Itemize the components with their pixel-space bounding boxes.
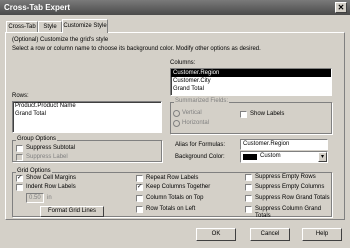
columns-label: Columns: <box>170 60 196 66</box>
format-grid-lines-button[interactable]: Format Grid Lines <box>40 206 104 217</box>
rows-listbox[interactable]: Product.Product Name Grand Total <box>12 101 162 133</box>
check-icon: ✓ <box>17 175 23 181</box>
help-button[interactable]: Help <box>302 228 342 241</box>
indent-row-labels-checkbox[interactable] <box>16 184 23 191</box>
alias-input[interactable]: Customer.Region <box>240 139 328 150</box>
suppress-empty-rows-label: Suppress Empty Rows <box>255 174 316 180</box>
show-cell-margins-label: Show Cell Margins <box>26 175 77 181</box>
background-color-value: Custom <box>260 153 281 159</box>
indent-value-input[interactable]: 0.50 <box>26 193 44 203</box>
check-icon: ✓ <box>137 184 143 190</box>
suppress-row-grand-totals-label: Suppress Row Grand Totals <box>255 195 330 201</box>
rows-label: Rows: <box>12 93 29 99</box>
horizontal-radio-label: Horizontal <box>182 120 210 126</box>
rows-item-product-name[interactable]: Product.Product Name <box>13 102 161 110</box>
intro-line-1: (Optional) Customize the grid's style <box>12 37 109 43</box>
repeat-row-labels-checkbox[interactable] <box>136 175 143 182</box>
background-color-select[interactable]: Custom ▾ <box>240 151 328 163</box>
columns-item-customer-city[interactable]: Customer.City <box>171 77 331 85</box>
chevron-down-icon[interactable]: ▾ <box>318 152 327 162</box>
column-totals-on-top-checkbox[interactable] <box>136 195 143 202</box>
show-labels-label: Show Labels <box>250 111 285 117</box>
close-button[interactable]: ✕ <box>335 2 347 13</box>
vertical-radio[interactable] <box>173 110 180 117</box>
cancel-button[interactable]: Cancel <box>250 228 290 241</box>
vertical-radio-label: Vertical <box>182 110 202 116</box>
background-color-label: Background Color: <box>175 154 225 160</box>
alias-label: Alias for Formulas: <box>175 142 226 148</box>
window-title: Cross-Tab Expert <box>4 3 71 12</box>
row-totals-on-left-checkbox[interactable] <box>136 206 143 213</box>
tab-cross-tab[interactable]: Cross-Tab <box>6 21 38 32</box>
keep-columns-together-label: Keep Columns Together <box>146 184 211 190</box>
columns-item-grand-total[interactable]: Grand Total <box>171 85 331 93</box>
suppress-subtotal-checkbox[interactable] <box>16 145 23 152</box>
suppress-subtotal-label: Suppress Subtotal <box>26 145 76 151</box>
indent-unit-label: in <box>47 195 52 201</box>
color-swatch <box>243 154 257 160</box>
tab-label: Style <box>43 24 57 30</box>
summarized-fields-label: Summarized Fields: <box>174 98 230 105</box>
keep-columns-together-checkbox[interactable]: ✓ <box>136 184 143 191</box>
tab-label: Cross-Tab <box>8 24 36 30</box>
horizontal-radio[interactable] <box>173 120 180 127</box>
tab-customize-style[interactable]: Customize Style <box>62 19 108 33</box>
repeat-row-labels-label: Repeat Row Labels <box>146 175 199 181</box>
suppress-column-grand-totals-label-2: Totals <box>255 213 271 219</box>
ok-button[interactable]: OK <box>196 228 236 241</box>
suppress-label-checkbox[interactable] <box>16 154 23 161</box>
window-titlebar: Cross-Tab Expert <box>0 0 350 15</box>
intro-line-2: Select a row or column name to choose it… <box>12 46 261 52</box>
suppress-label-label: Suppress Label <box>26 154 68 160</box>
indent-row-labels-label: Indent Row Labels <box>26 184 76 190</box>
suppress-column-grand-totals-checkbox[interactable] <box>245 206 252 213</box>
summarized-fields-group <box>170 102 332 134</box>
rows-item-grand-total[interactable]: Grand Total <box>13 110 161 118</box>
grid-options-label: Grid Options <box>16 168 52 175</box>
tab-label: Customize Style <box>63 23 107 29</box>
tab-style[interactable]: Style <box>38 21 62 32</box>
suppress-row-grand-totals-checkbox[interactable] <box>245 195 252 202</box>
show-labels-checkbox[interactable] <box>240 111 247 118</box>
group-options-label: Group Options <box>16 136 58 143</box>
show-cell-margins-checkbox[interactable]: ✓ <box>16 175 23 182</box>
column-totals-on-top-label: Column Totals on Top <box>146 195 204 201</box>
suppress-empty-columns-checkbox[interactable] <box>245 184 252 191</box>
suppress-empty-columns-label: Suppress Empty Columns <box>255 184 325 190</box>
columns-listbox[interactable]: Customer.Region Customer.City Grand Tota… <box>170 68 332 96</box>
columns-item-customer-region[interactable]: Customer.Region <box>171 69 331 77</box>
close-icon: ✕ <box>337 3 345 12</box>
suppress-column-grand-totals-label-1: Suppress Column Grand <box>255 206 322 212</box>
row-totals-on-left-label: Row Totals on Left <box>146 206 196 212</box>
suppress-empty-rows-checkbox[interactable] <box>245 174 252 181</box>
